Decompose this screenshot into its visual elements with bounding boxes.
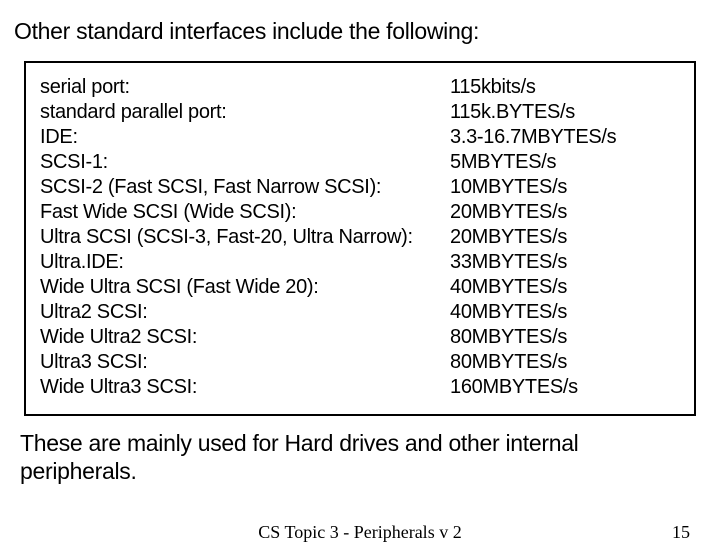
table-row: Ultra3 SCSI: [40, 350, 450, 375]
table-row: 5MBYTES/s [450, 150, 680, 175]
table-row: Wide Ultra3 SCSI: [40, 375, 450, 400]
table-row: Wide Ultra SCSI (Fast Wide 20): [40, 275, 450, 300]
table-row: serial port: [40, 75, 450, 100]
table-row: SCSI-1: [40, 150, 450, 175]
table-row: 40MBYTES/s [450, 275, 680, 300]
slide-note: These are mainly used for Hard drives an… [0, 416, 720, 485]
table-row: 40MBYTES/s [450, 300, 680, 325]
interface-table: serial port: standard parallel port: IDE… [24, 61, 696, 416]
table-row: standard parallel port: [40, 100, 450, 125]
table-row: Ultra SCSI (SCSI-3, Fast-20, Ultra Narro… [40, 225, 450, 250]
interface-names-column: serial port: standard parallel port: IDE… [40, 75, 450, 400]
table-row: SCSI-2 (Fast SCSI, Fast Narrow SCSI): [40, 175, 450, 200]
table-row: 20MBYTES/s [450, 200, 680, 225]
table-row: 160MBYTES/s [450, 375, 680, 400]
table-row: 10MBYTES/s [450, 175, 680, 200]
slide-heading: Other standard interfaces include the fo… [0, 0, 720, 45]
table-row: 80MBYTES/s [450, 350, 680, 375]
table-row: Ultra.IDE: [40, 250, 450, 275]
table-row: IDE: [40, 125, 450, 150]
table-row: Ultra2 SCSI: [40, 300, 450, 325]
table-row: Wide Ultra2 SCSI: [40, 325, 450, 350]
table-row: Fast Wide SCSI (Wide SCSI): [40, 200, 450, 225]
table-row: 115k.BYTES/s [450, 100, 680, 125]
table-row: 20MBYTES/s [450, 225, 680, 250]
table-row: 33MBYTES/s [450, 250, 680, 275]
table-row: 3.3-16.7MBYTES/s [450, 125, 680, 150]
table-row: 80MBYTES/s [450, 325, 680, 350]
interface-rates-column: 115kbits/s 115k.BYTES/s 3.3-16.7MBYTES/s… [450, 75, 680, 400]
table-row: 115kbits/s [450, 75, 680, 100]
